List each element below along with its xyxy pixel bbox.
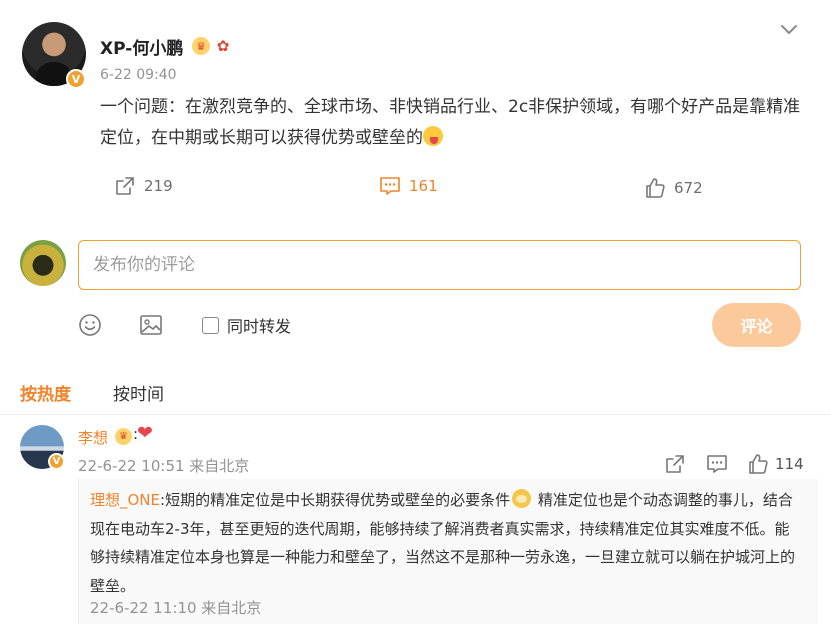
chevron-down-icon[interactable] (778, 18, 800, 40)
comment-button[interactable]: 161 (379, 175, 438, 197)
checkbox-box[interactable] (202, 316, 219, 334)
emoji-icon[interactable] (78, 313, 102, 337)
repost-checkbox[interactable]: 同时转发 (202, 313, 291, 337)
share-count: 219 (144, 177, 173, 195)
fan-badge-icon: ♛ (115, 428, 132, 445)
comment-count: 161 (409, 177, 438, 195)
comment-icon[interactable] (706, 453, 728, 475)
doge-emoji-icon (512, 489, 532, 508)
share-icon (116, 177, 134, 195)
like-icon (646, 178, 665, 198)
like-icon (749, 454, 768, 474)
tongue-emoji-icon (423, 126, 443, 146)
like-button[interactable]: 672 (644, 177, 703, 199)
tab-sort-time[interactable]: 按时间 (113, 380, 164, 405)
submit-comment-button[interactable]: 评论 (712, 303, 801, 347)
like-count: 672 (674, 179, 703, 197)
repost-label: 同时转发 (227, 317, 292, 336)
reply-username[interactable]: 理想_ONE (90, 491, 160, 509)
post-time[interactable]: 6-22 09:40 (100, 67, 177, 83)
verified-badge-icon: V (48, 453, 65, 470)
comment-meta: 22-6-22 10:51 来自北京 (78, 457, 250, 475)
heart-icon: ❤ (137, 422, 153, 444)
author-name[interactable]: XP-何小鹏 (100, 34, 183, 59)
divider (0, 414, 831, 415)
reply-meta: 22-6-22 11:10 来自北京 (90, 599, 262, 617)
comment-icon (380, 177, 400, 195)
comment-like-count: 114 (775, 455, 804, 473)
reply-text: 理想_ONE:短期的精准定位是中长期获得优势或壁垒的必要条件 精准定位也是个动态… (90, 489, 796, 595)
share-button[interactable]: 219 (114, 175, 173, 197)
fan-badge-icon: ♛ (192, 37, 210, 55)
tab-sort-hot[interactable]: 按热度 (20, 380, 71, 405)
verified-badge-icon: V (66, 69, 86, 89)
share-icon[interactable] (664, 453, 686, 475)
post-text: 一个问题：在激烈竞争的、全球市场、非快销品行业、2c非保护领域，有哪个好产品是靠… (100, 97, 801, 148)
current-user-avatar (20, 240, 66, 286)
image-icon[interactable] (139, 313, 163, 337)
comment-input[interactable] (78, 240, 801, 290)
member-badge-icon: ✿ (216, 37, 230, 55)
comment-like-button[interactable]: 114 (747, 453, 804, 475)
commenter-name[interactable]: 李想 (78, 427, 108, 448)
